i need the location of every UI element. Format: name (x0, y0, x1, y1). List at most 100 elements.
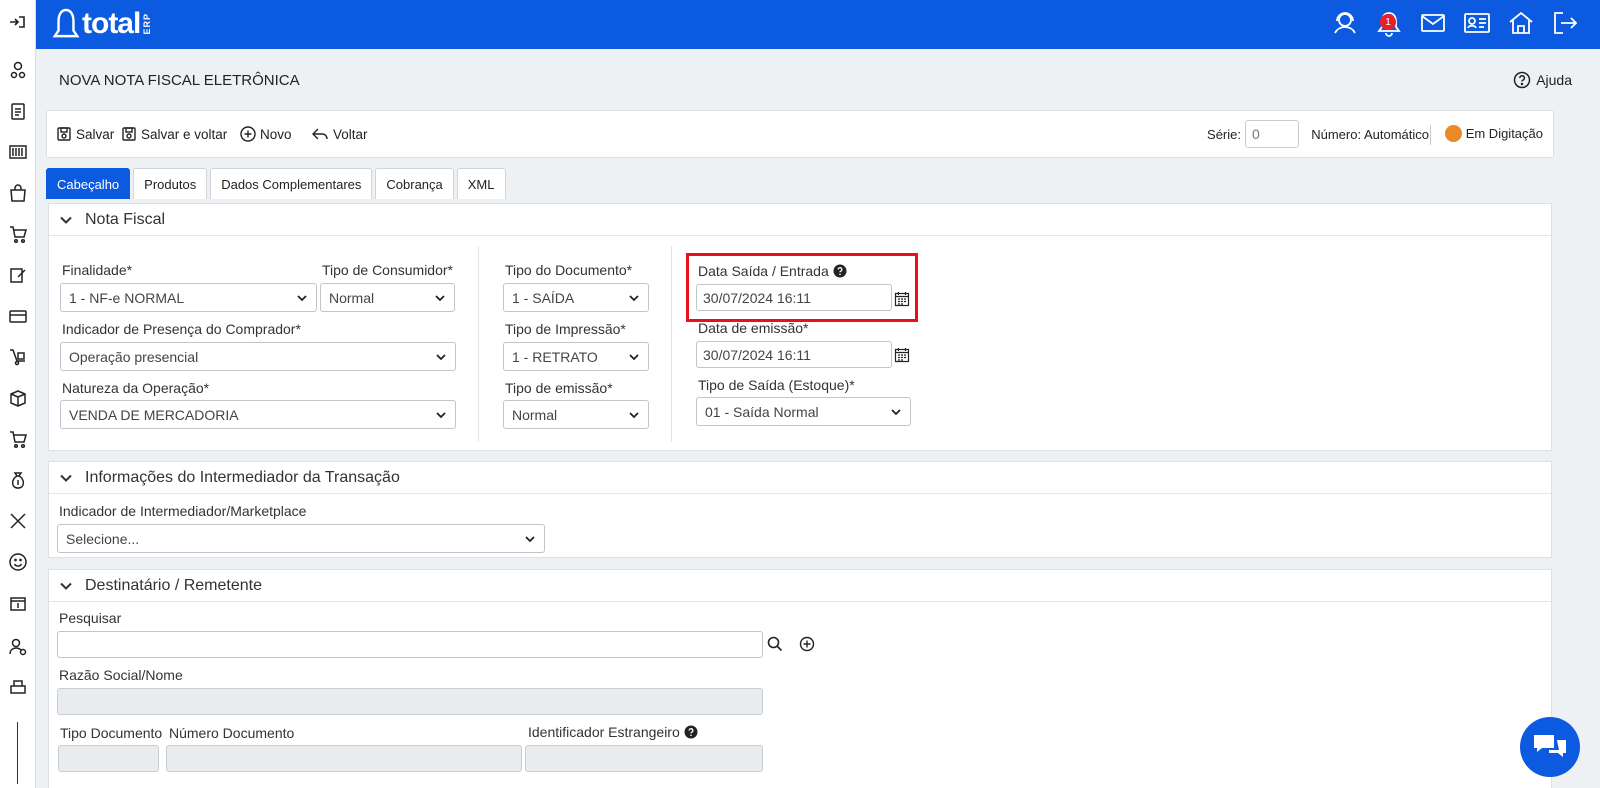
tipo-consumidor-value: Normal (329, 289, 375, 306)
destinatario-title: Destinatário / Remetente (85, 576, 262, 594)
user-settings-icon[interactable] (8, 637, 28, 657)
serie-label: Série: (1207, 126, 1241, 142)
chevron-down-icon (436, 411, 446, 418)
chevron-down-icon (629, 411, 639, 418)
tipo-saida-value: 01 - Saída Normal (705, 403, 819, 420)
search-icon[interactable] (767, 636, 783, 652)
natureza-value: VENDA DE MERCADORIA (69, 406, 239, 423)
identificador-estrangeiro-label: Identificador Estrangeiro (528, 724, 698, 740)
notification-badge: 1 (1380, 14, 1396, 30)
natureza-select[interactable]: VENDA DE MERCADORIA (60, 400, 456, 429)
hand-truck-icon[interactable] (8, 347, 28, 367)
nota-fiscal-header[interactable]: Nota Fiscal (49, 204, 1551, 236)
shopping-bag-icon[interactable] (8, 183, 28, 203)
tab-cabecalho[interactable]: Cabeçalho (46, 168, 131, 199)
save-button[interactable]: Salvar (56, 126, 114, 142)
identificador-estrangeiro-input[interactable] (525, 745, 763, 772)
question-icon[interactable] (833, 264, 847, 278)
calendar-icon[interactable] (894, 291, 910, 307)
destinatario-panel: Destinatário / Remetente Pesquisar Razão… (48, 569, 1552, 788)
presenca-select[interactable]: Operação presencial (60, 342, 456, 371)
intermediador-indicador-select[interactable]: Selecione... (57, 524, 545, 553)
razao-social-input[interactable] (57, 688, 763, 715)
tipo-documento-select[interactable]: 1 - SAÍDA (503, 283, 649, 312)
calendar-icon[interactable] (894, 347, 910, 363)
tipo-emissao-value: Normal (512, 406, 558, 423)
tipo-documento-value: 1 - SAÍDA (512, 289, 575, 306)
tab-produtos[interactable]: Produtos (133, 168, 208, 199)
money-bag-icon[interactable] (8, 470, 28, 490)
numero-documento-input[interactable] (166, 745, 522, 772)
plus-circle-icon (240, 126, 256, 142)
finalidade-label: Finalidade* (62, 262, 133, 278)
edit-document-icon[interactable] (8, 265, 28, 285)
printer-icon[interactable] (8, 677, 28, 697)
help-link[interactable]: Ajuda (1513, 71, 1572, 89)
chevron-down-icon (60, 474, 72, 482)
smiley-icon[interactable] (8, 552, 28, 572)
tipo-saida-select[interactable]: 01 - Saída Normal (696, 397, 911, 426)
plus-circle-icon[interactable] (799, 636, 815, 652)
status-label: Em Digitação (1465, 126, 1543, 141)
tab-dados-complementares[interactable]: Dados Complementares (210, 168, 373, 199)
new-label: Novo (260, 126, 292, 142)
pin-icon[interactable] (8, 12, 28, 32)
question-icon[interactable] (684, 725, 698, 739)
save-label: Salvar (76, 126, 115, 142)
serie-input[interactable] (1245, 120, 1299, 148)
presenca-value: Operação presencial (69, 348, 199, 365)
tipo-consumidor-select[interactable]: Normal (320, 283, 455, 312)
numero-documento-label: Número Documento (169, 725, 295, 741)
save-and-back-button[interactable]: Salvar e voltar (121, 126, 227, 142)
tab-xml[interactable]: XML (456, 168, 506, 199)
contact-card-icon[interactable] (1462, 8, 1492, 38)
back-label: Voltar (333, 126, 368, 142)
destinatario-header[interactable]: Destinatário / Remetente (49, 570, 1551, 602)
chevron-down-icon (435, 294, 445, 301)
left-nav-rail (0, 0, 36, 788)
barcode-icon[interactable] (8, 142, 28, 162)
tab-cobranca[interactable]: Cobrança (375, 168, 454, 199)
rail-divider (17, 722, 18, 784)
cart-icon[interactable] (8, 224, 28, 244)
floppy-icon (122, 127, 136, 141)
back-button[interactable]: Voltar (311, 126, 368, 142)
brand-logo[interactable]: total ERP (52, 6, 152, 42)
finalidade-select[interactable]: 1 - NF-e NORMAL (60, 283, 317, 312)
tipo-impressao-select[interactable]: 1 - RETRATO (503, 342, 649, 371)
question-circle-icon (1513, 71, 1531, 89)
tools-icon[interactable] (8, 511, 28, 531)
logout-icon[interactable] (1550, 8, 1580, 38)
users-icon[interactable] (8, 60, 28, 80)
tipo-documento-dest-input[interactable] (58, 745, 159, 772)
home-icon[interactable] (1506, 8, 1536, 38)
brand-suffix: ERP (142, 13, 153, 35)
chat-button[interactable] (1520, 717, 1580, 777)
new-button[interactable]: Novo (240, 126, 292, 142)
chevron-down-icon (297, 294, 307, 301)
page-title: NOVA NOTA FISCAL ELETRÔNICA (59, 72, 300, 89)
tipo-emissao-select[interactable]: Normal (503, 400, 649, 429)
support-icon[interactable] (1330, 8, 1360, 38)
data-saida-input[interactable]: 30/07/2024 16:11 (696, 284, 892, 311)
reply-arrow-icon (312, 128, 328, 140)
top-bar: total ERP 1 (36, 0, 1600, 49)
nota-fiscal-title: Nota Fiscal (85, 210, 166, 228)
mail-icon[interactable] (1418, 8, 1448, 38)
tipo-saida-label: Tipo de Saída (Estoque)* (698, 377, 855, 393)
floppy-icon (57, 127, 71, 141)
chevron-down-icon (436, 353, 446, 360)
cart-plus-icon[interactable] (8, 429, 28, 449)
box-icon[interactable] (8, 388, 28, 408)
clipboard-icon[interactable] (8, 101, 28, 121)
pesquisar-input[interactable] (57, 631, 763, 658)
column-divider (671, 246, 672, 442)
help-label: Ajuda (1536, 72, 1572, 88)
data-emissao-input[interactable]: 30/07/2024 16:11 (696, 341, 892, 368)
tipo-impressao-value: 1 - RETRATO (512, 348, 598, 365)
data-saida-label: Data Saída / Entrada (698, 263, 847, 279)
cash-box-icon[interactable] (8, 593, 28, 613)
intermediador-header[interactable]: Informações do Intermediador da Transaçã… (49, 462, 1551, 494)
credit-card-icon[interactable] (8, 306, 28, 326)
notifications-icon[interactable]: 1 (1374, 8, 1404, 38)
